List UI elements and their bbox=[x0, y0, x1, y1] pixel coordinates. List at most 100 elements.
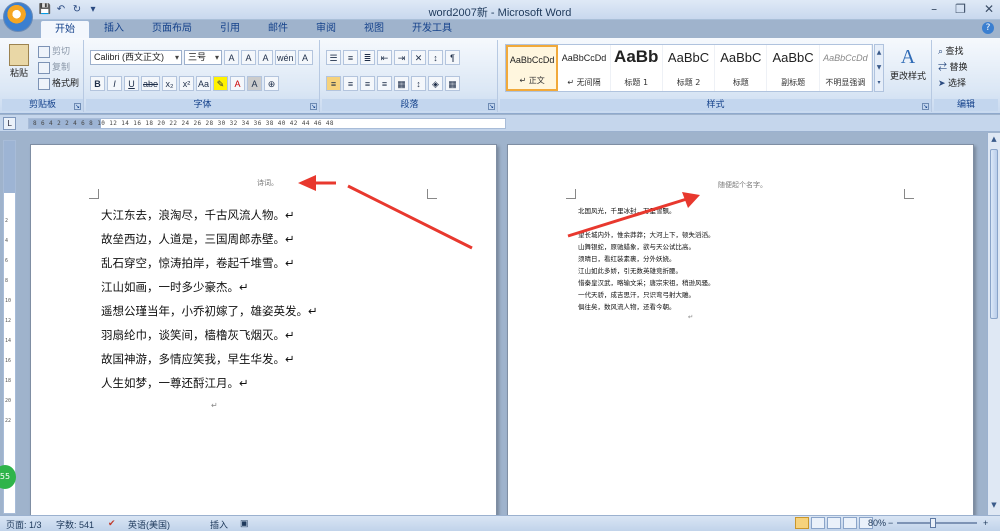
scroll-up-icon[interactable]: ▲ bbox=[988, 135, 1000, 147]
bold-button[interactable]: B bbox=[90, 76, 105, 91]
crop-mark bbox=[427, 189, 437, 199]
font-group-label: 字体 bbox=[86, 99, 319, 111]
style-item-heading-1[interactable]: AaBb 标题 1 bbox=[611, 45, 663, 91]
language-indicator[interactable]: 英语(美国) bbox=[128, 518, 170, 531]
change-styles-label: 更改样式 bbox=[889, 71, 926, 81]
insert-mode[interactable]: 插入 bbox=[210, 518, 228, 531]
find-button[interactable]: ⌕ 查找 bbox=[938, 44, 964, 57]
restore-button[interactable]: ❐ bbox=[955, 2, 966, 16]
crop-mark bbox=[904, 189, 914, 199]
font-color-icon[interactable]: A bbox=[230, 76, 246, 91]
styles-launcher-icon[interactable]: ↘ bbox=[922, 103, 929, 110]
minimize-button[interactable]: – bbox=[931, 2, 937, 16]
help-icon[interactable]: ? bbox=[982, 22, 994, 34]
decrease-indent-icon[interactable]: ⇤ bbox=[377, 50, 392, 65]
align-left-icon[interactable]: ≡ bbox=[326, 76, 341, 91]
style-name: 副标题 bbox=[781, 78, 806, 87]
font-name-select[interactable]: Calibri (西文正文) bbox=[90, 50, 182, 65]
scroll-down-icon[interactable]: ▼ bbox=[988, 501, 1000, 513]
sort-icon[interactable]: ↕ bbox=[428, 50, 443, 65]
replace-button[interactable]: ⇄ 替换 bbox=[938, 60, 968, 73]
line-spacing-icon[interactable]: ↕ bbox=[411, 76, 426, 91]
paragraph-launcher-icon[interactable]: ↘ bbox=[488, 103, 495, 110]
enclose-characters-icon[interactable]: ⊕ bbox=[264, 76, 280, 91]
tab-view[interactable]: 视图 bbox=[350, 20, 398, 38]
font-launcher-icon[interactable]: ↘ bbox=[310, 103, 317, 110]
shrink-font-button[interactable]: A bbox=[241, 50, 256, 65]
style-item-normal[interactable]: AaBbCcDd ↵ 正文 bbox=[506, 45, 559, 91]
phonetic-guide-button[interactable]: wén bbox=[275, 50, 296, 65]
strikethrough-button[interactable]: abe bbox=[141, 76, 161, 91]
numbering-icon[interactable]: ≡ bbox=[343, 50, 358, 65]
highlight-icon[interactable]: ✎ bbox=[213, 76, 229, 91]
vertical-scrollbar[interactable]: ▲ ▼ bbox=[987, 133, 1000, 515]
ruler-numbers: 8 6 4 2 2 4 6 8 10 12 14 16 18 20 22 24 … bbox=[33, 120, 334, 127]
format-painter-button[interactable]: 格式刷 bbox=[38, 76, 79, 90]
subscript-button[interactable]: x₂ bbox=[162, 76, 178, 91]
tab-mailings[interactable]: 邮件 bbox=[254, 20, 302, 38]
copy-button[interactable]: 复制 bbox=[38, 60, 70, 74]
distributed-icon[interactable]: ▦ bbox=[394, 76, 409, 91]
shading-icon[interactable]: ◈ bbox=[428, 76, 443, 91]
scroll-thumb[interactable] bbox=[990, 149, 998, 319]
outline-view-icon[interactable] bbox=[843, 517, 857, 529]
macro-record-icon[interactable]: ▣ bbox=[240, 518, 249, 529]
style-item-title[interactable]: AaBbC 标题 bbox=[715, 45, 768, 91]
poem-line: 北国风光，千里冰封，万里雪飘。 bbox=[578, 207, 676, 215]
style-item-heading-2[interactable]: AaBbC 标题 2 bbox=[663, 45, 716, 91]
tab-insert[interactable]: 插入 bbox=[90, 20, 138, 38]
status-bar: 页面: 1/3 字数: 541 ✔ 英语(美国) 插入 ▣ 80% − + bbox=[0, 515, 1000, 531]
cut-button[interactable]: 剪切 bbox=[38, 44, 70, 58]
paragraph-top-buttons: ☰ ≡ ≣ ⇤ ⇥ ✕ ↕ ¶ bbox=[326, 50, 460, 65]
change-styles-button[interactable]: A 更改样式 bbox=[888, 46, 928, 82]
zoom-slider-knob[interactable] bbox=[930, 518, 936, 528]
underline-button[interactable]: U bbox=[124, 76, 139, 91]
style-item-no-spacing[interactable]: AaBbCcDd ↵ 无间隔 bbox=[558, 45, 611, 91]
office-button[interactable] bbox=[3, 2, 33, 32]
style-item-subtitle[interactable]: AaBbC 副标题 bbox=[767, 45, 820, 91]
page-count[interactable]: 页面: 1/3 bbox=[6, 518, 42, 531]
tab-home[interactable]: 开始 bbox=[40, 20, 90, 38]
tab-references[interactable]: 引用 bbox=[206, 20, 254, 38]
zoom-out-icon[interactable]: − bbox=[888, 518, 893, 528]
style-item-subtle-emphasis[interactable]: AaBbCcDd 不明显强调 bbox=[820, 45, 873, 91]
tab-review[interactable]: 审阅 bbox=[302, 20, 350, 38]
borders-icon[interactable]: ▦ bbox=[445, 76, 460, 91]
zoom-slider[interactable] bbox=[897, 518, 977, 528]
character-shading-icon[interactable]: A bbox=[247, 76, 263, 91]
tab-selector[interactable]: L bbox=[3, 117, 16, 130]
justify-icon[interactable]: ≡ bbox=[377, 76, 392, 91]
grow-font-button[interactable]: A bbox=[224, 50, 239, 65]
paste-button[interactable]: 粘贴 bbox=[6, 44, 32, 79]
clear-formatting-button[interactable]: A bbox=[258, 50, 273, 65]
align-right-icon[interactable]: ≡ bbox=[360, 76, 375, 91]
horizontal-ruler[interactable]: 8 6 4 2 2 4 6 8 10 12 14 16 18 20 22 24 … bbox=[28, 118, 506, 129]
close-button[interactable]: ✕ bbox=[984, 2, 994, 16]
bullets-icon[interactable]: ☰ bbox=[326, 50, 341, 65]
word-count[interactable]: 字数: 541 bbox=[56, 518, 94, 531]
page-1[interactable]: 诗词。 大江东去，浪淘尽，千古风流人物。↵ 故垒西边，人道是，三国周郎赤壁。↵ … bbox=[30, 144, 497, 515]
character-border-button[interactable]: A bbox=[297, 50, 313, 65]
web-layout-view-icon[interactable] bbox=[827, 517, 841, 529]
print-layout-view-icon[interactable] bbox=[795, 517, 809, 529]
increase-indent-icon[interactable]: ⇥ bbox=[394, 50, 409, 65]
vertical-ruler[interactable]: 2 4 6 8 10 12 14 16 18 20 22 bbox=[3, 140, 16, 514]
superscript-button[interactable]: x² bbox=[179, 76, 195, 91]
baidu-watermark: Bai 经验 bbox=[819, 447, 950, 485]
italic-button[interactable]: I bbox=[107, 76, 122, 91]
zoom-level[interactable]: 80% bbox=[868, 518, 886, 528]
clipboard-launcher-icon[interactable]: ↘ bbox=[74, 103, 81, 110]
proofing-icon[interactable]: ✔ bbox=[108, 518, 116, 529]
font-size-select[interactable]: 三号 bbox=[184, 50, 222, 65]
show-marks-icon[interactable]: ¶ bbox=[445, 50, 460, 65]
chinese-layout-icon[interactable]: ✕ bbox=[411, 50, 426, 65]
tab-developer[interactable]: 开发工具 bbox=[398, 20, 466, 38]
full-screen-reading-view-icon[interactable] bbox=[811, 517, 825, 529]
style-gallery-scroll[interactable]: ▲ ▼ ▾ bbox=[874, 44, 884, 92]
tab-page-layout[interactable]: 页面布局 bbox=[138, 20, 206, 38]
change-case-button[interactable]: Aa bbox=[196, 76, 212, 91]
select-button[interactable]: ➤ 选择 bbox=[938, 76, 966, 89]
multilevel-list-icon[interactable]: ≣ bbox=[360, 50, 375, 65]
zoom-in-icon[interactable]: + bbox=[983, 518, 988, 528]
align-center-icon[interactable]: ≡ bbox=[343, 76, 358, 91]
